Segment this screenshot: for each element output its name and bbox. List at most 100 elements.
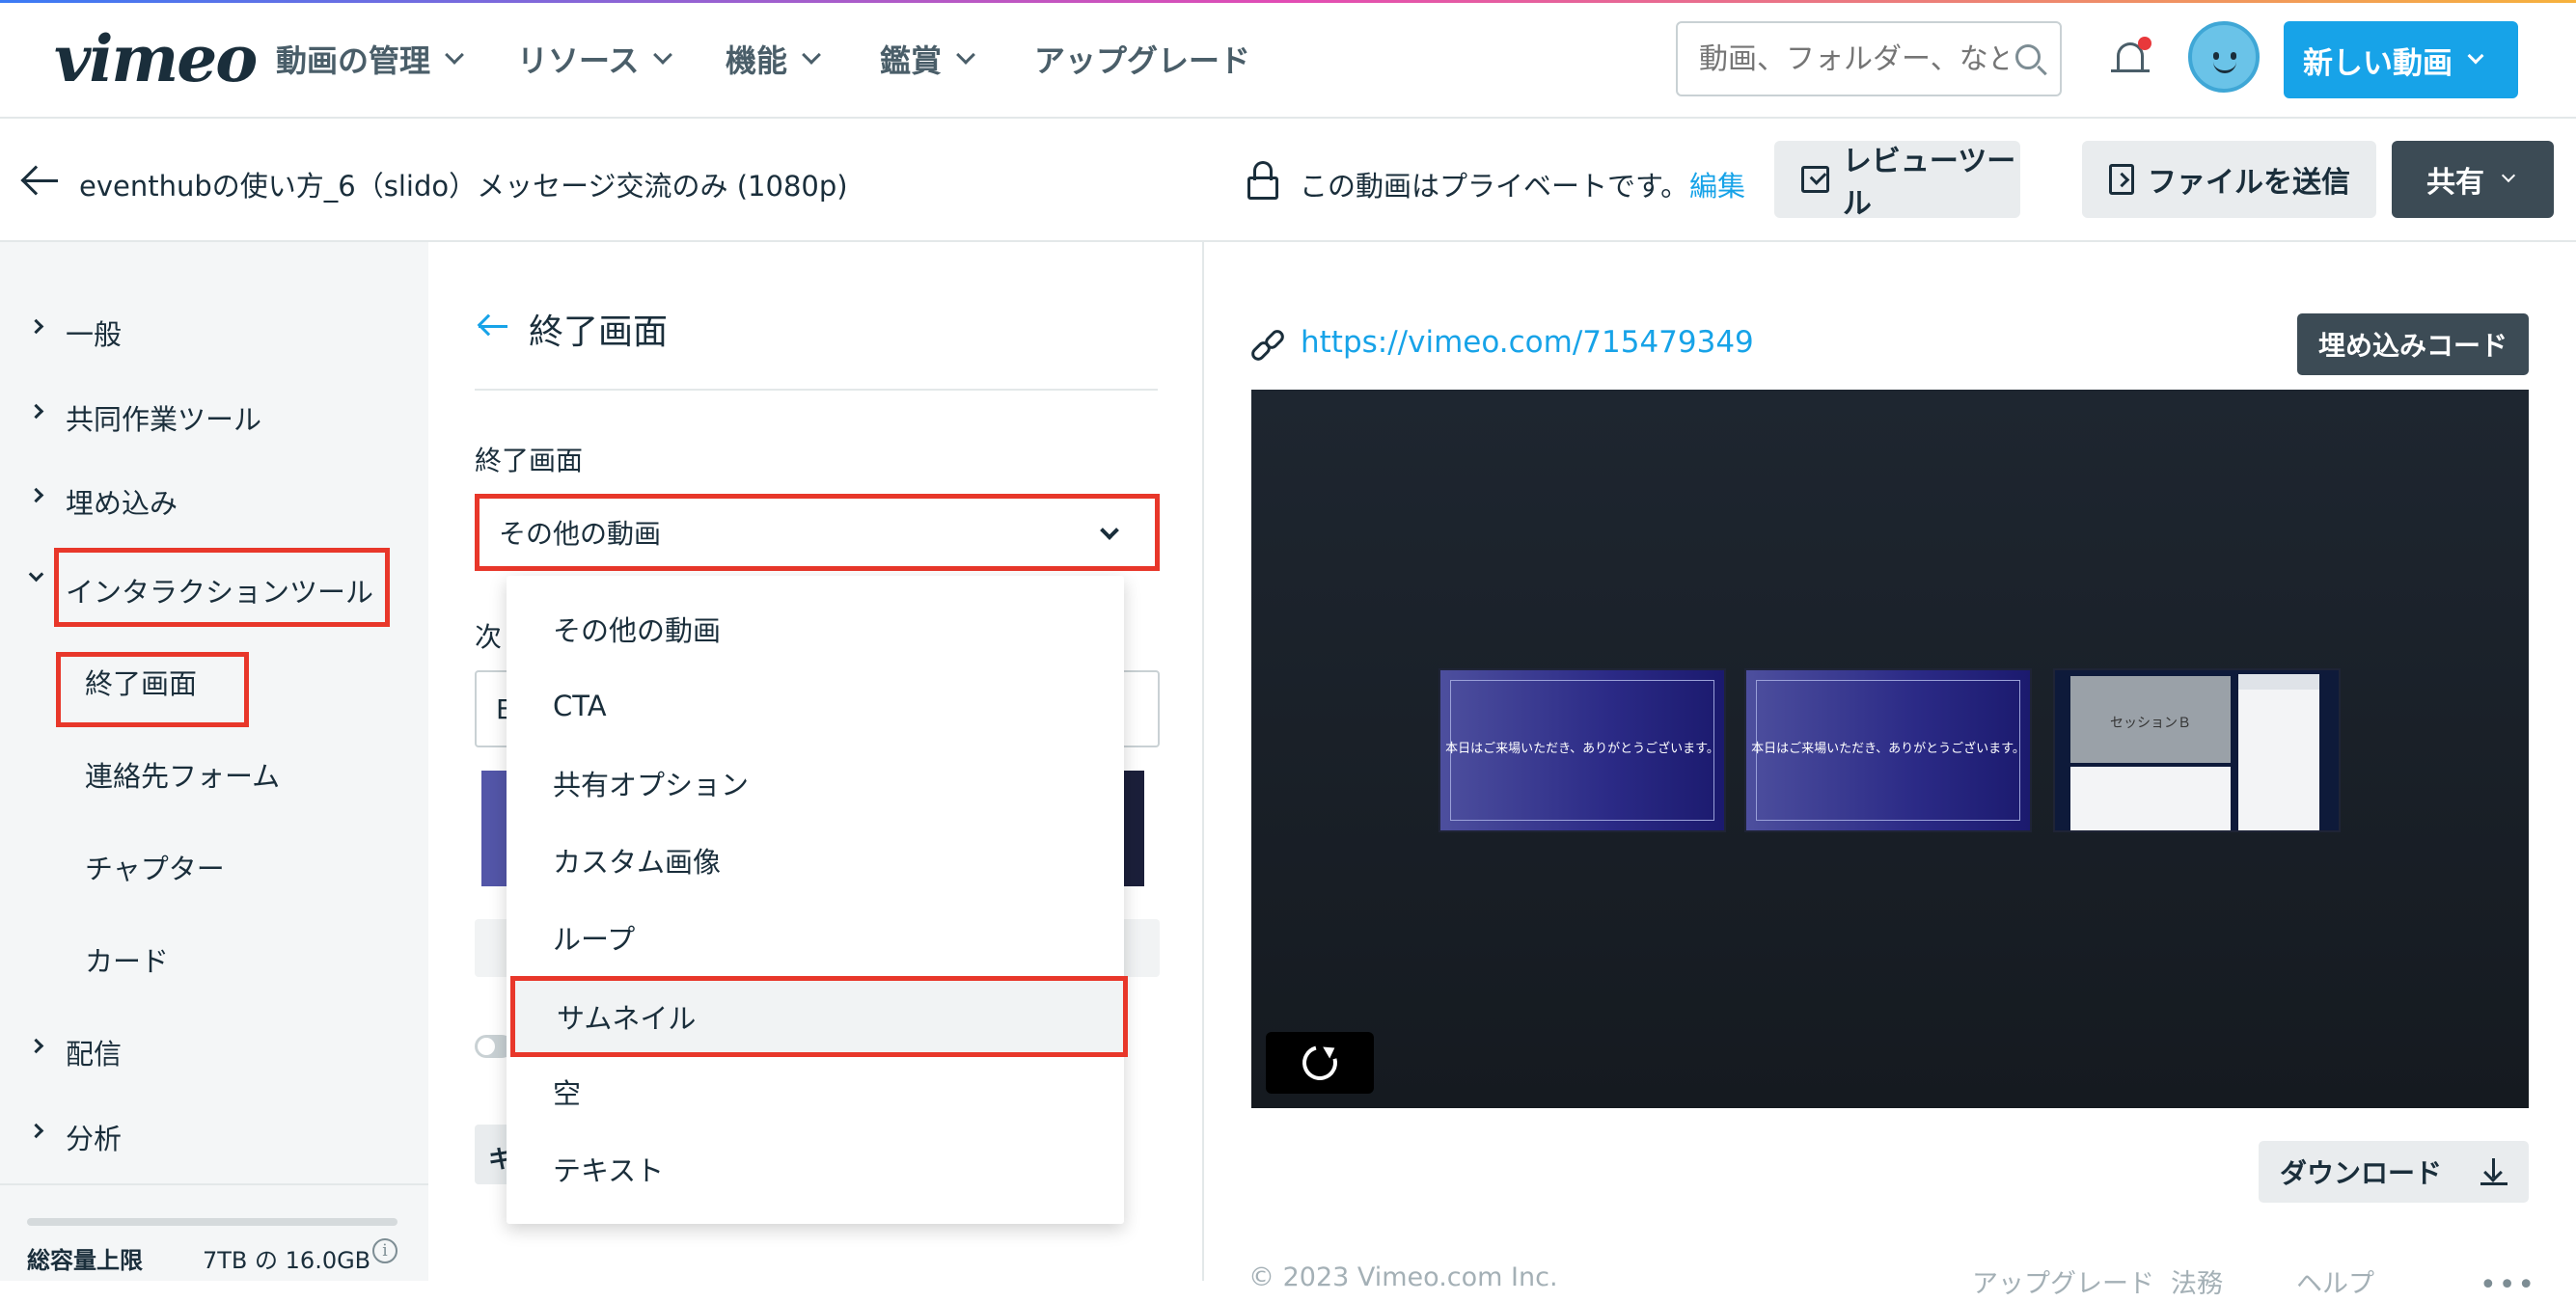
end-screen-thumbnail[interactable]: セッションＢ (2053, 668, 2341, 832)
sidebar-item-embed[interactable]: 埋め込み (66, 481, 178, 522)
send-file-label: ファイルを送信 (2148, 166, 2350, 200)
footer-link-help[interactable]: ヘルプ (2296, 1262, 2374, 1300)
dropdown-option-text[interactable]: テキスト (507, 1130, 1124, 1207)
nav-upgrade-label: アップグレード (1034, 42, 1251, 79)
sidebar-item-collaboration[interactable]: 共同作業ツール (66, 397, 261, 438)
end-screen-thumbnail[interactable]: 本日はご来場いただき、ありがとうございます。 (1744, 668, 2032, 832)
chevron-right-icon (28, 487, 44, 503)
storage-progress-bar (27, 1218, 397, 1226)
download-button[interactable]: ダウンロード (2259, 1141, 2529, 1203)
dropdown-option-share[interactable]: 共有オプション (507, 745, 1124, 822)
storage-usage-value: 7TB の 16.0GB (203, 1247, 371, 1274)
sidebar-divider (0, 1183, 428, 1185)
chevron-right-icon (28, 318, 44, 335)
notification-bell-icon[interactable] (2111, 37, 2151, 81)
nav-watch-label: 鑑賞 (880, 42, 943, 79)
privacy-status: この動画はプライベートです。 (1300, 170, 1689, 203)
nav-features[interactable]: 機能 (726, 37, 821, 81)
share-label: 共有 (2426, 166, 2484, 200)
chevron-down-icon (445, 45, 464, 65)
toggle-knob (478, 1038, 495, 1055)
nav-manage-videos-label: 動画の管理 (276, 42, 431, 79)
sidebar-item-interaction-tools[interactable]: インタラクションツール (66, 570, 373, 610)
sidebar-subitem-contact-form[interactable]: 連絡先フォーム (85, 754, 280, 795)
nav-resources[interactable]: リソース (517, 37, 673, 81)
file-send-icon (2109, 164, 2134, 195)
chevron-down-icon (1100, 521, 1119, 540)
brand-gradient-strip (0, 0, 2576, 3)
thumbnail-side-header (2238, 674, 2319, 690)
top-navigation-bar: vimeo 動画の管理 リソース 機能 鑑賞 アップグレード 新しい動画 (0, 0, 2576, 119)
more-options-icon[interactable]: ••• (2480, 1268, 2536, 1302)
settings-sidebar: 一般 共同作業ツール 埋め込み インタラクションツール 終了画面 連絡先フォーム… (0, 242, 428, 1281)
sidebar-item-general[interactable]: 一般 (66, 312, 122, 353)
replay-button[interactable] (1266, 1032, 1374, 1094)
send-file-button[interactable]: ファイルを送信 (2082, 141, 2376, 218)
chevron-down-icon (2467, 47, 2484, 65)
dropdown-option-thumbnail[interactable]: サムネイル (510, 976, 1128, 1057)
embed-code-button[interactable]: 埋め込みコード (2297, 313, 2529, 375)
end-screen-selected-value: その他の動画 (499, 518, 662, 550)
chevron-right-icon (28, 1038, 44, 1054)
new-video-label: 新しい動画 (2303, 45, 2453, 81)
next-video-label: 次 (475, 621, 503, 653)
thumbnail-slide: セッションＢ (2070, 676, 2231, 763)
download-label: ダウンロード (2280, 1157, 2443, 1189)
nav-upgrade[interactable]: アップグレード (1034, 37, 1250, 81)
chevron-right-icon (28, 403, 44, 420)
search-icon[interactable] (2015, 44, 2041, 69)
dropdown-option-empty[interactable]: 空 (507, 1053, 1124, 1130)
user-avatar[interactable] (2188, 21, 2260, 93)
back-arrow-icon[interactable] (20, 165, 60, 196)
chevron-down-icon (956, 45, 975, 65)
vimeo-logo[interactable]: vimeo (54, 21, 258, 96)
sidebar-subitem-cards[interactable]: カード (85, 939, 169, 980)
chevron-down-icon (802, 45, 821, 65)
sidebar-subitem-end-screen[interactable]: 終了画面 (85, 662, 197, 702)
footer-link-legal[interactable]: 法務 (2171, 1262, 2223, 1300)
thumbnail-text: 本日はご来場いただき、ありがとうございます。 (1751, 742, 2025, 756)
search-input[interactable] (1699, 41, 2008, 76)
back-arrow-icon[interactable] (477, 313, 507, 339)
review-tool-label: レビューツール (1842, 145, 2016, 221)
avatar-eye (2231, 52, 2236, 60)
bell-base (2111, 69, 2150, 72)
nav-resources-label: リソース (517, 42, 640, 79)
chevron-down-icon (2501, 168, 2516, 183)
nav-manage-videos[interactable]: 動画の管理 (276, 37, 464, 81)
edit-privacy-link[interactable]: 編集 (1689, 164, 1745, 204)
thumbnail-text: 本日はご来場いただき、ありがとうございます。 (1445, 742, 1719, 756)
chevron-right-icon (28, 1123, 44, 1139)
share-button[interactable]: 共有 (2392, 141, 2554, 218)
nav-features-label: 機能 (726, 42, 788, 79)
dropdown-option-custom-image[interactable]: カスタム画像 (507, 822, 1124, 899)
search-box[interactable] (1676, 21, 2062, 96)
nav-watch[interactable]: 鑑賞 (880, 37, 975, 81)
storage-limit-label: 総容量上限 (27, 1247, 143, 1274)
link-icon (1248, 327, 1287, 366)
dropdown-option-cta[interactable]: CTA (507, 667, 1124, 745)
footer-copyright: © 2023 Vimeo.com Inc. (1248, 1262, 1558, 1292)
panel-title: 終了画面 (529, 312, 669, 352)
download-arrow-head (2483, 1163, 2503, 1182)
sidebar-item-distribution[interactable]: 配信 (66, 1032, 122, 1072)
dropdown-option-loop[interactable]: ループ (507, 899, 1124, 976)
video-url-link[interactable]: https://vimeo.com/715479349 (1301, 325, 1754, 360)
sidebar-subitem-chapters[interactable]: チャプター (85, 847, 225, 887)
avatar-eye (2213, 52, 2219, 60)
end-screen-field-label: 終了画面 (475, 445, 584, 476)
info-icon[interactable]: i (372, 1238, 397, 1263)
chevron-down-icon (653, 45, 673, 65)
end-screen-thumbnail[interactable]: 本日はご来場いただき、ありがとうございます。 (1439, 668, 1726, 832)
sidebar-item-analytics[interactable]: 分析 (66, 1117, 122, 1157)
chevron-down-icon (28, 566, 44, 583)
review-tool-button[interactable]: レビューツール (1774, 141, 2020, 221)
end-screen-select[interactable]: その他の動画 (475, 494, 1160, 571)
new-video-button[interactable]: 新しい動画 (2284, 21, 2518, 98)
dropdown-option-more-videos[interactable]: その他の動画 (507, 590, 1124, 667)
thumbnail-document-area (2070, 767, 2231, 830)
footer-link-upgrade[interactable]: アップグレード (1972, 1262, 2154, 1300)
review-icon (1801, 166, 1829, 193)
replay-icon (1296, 1039, 1344, 1087)
notification-dot (2138, 37, 2151, 50)
